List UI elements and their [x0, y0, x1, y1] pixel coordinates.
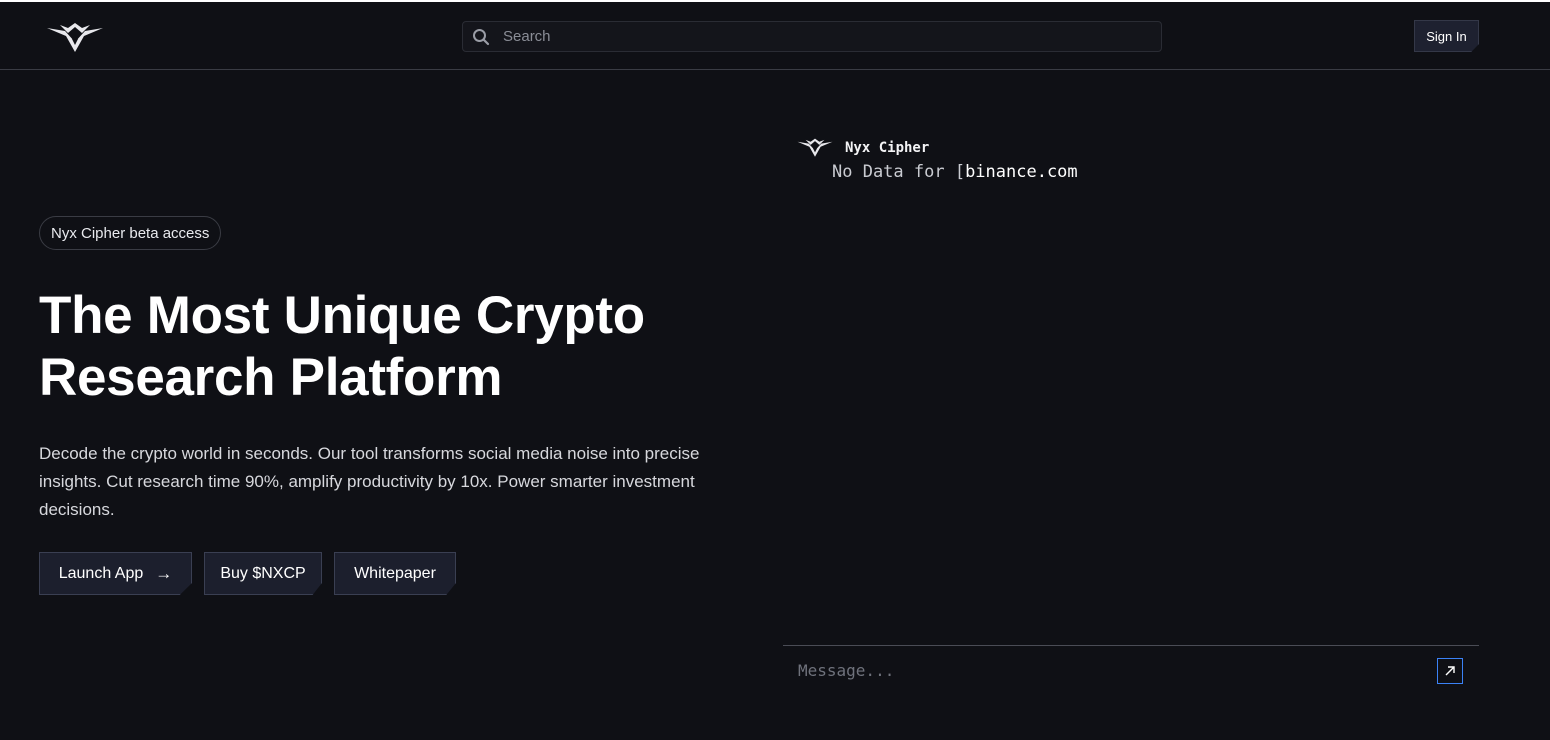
message-composer [783, 645, 1479, 695]
hero-description: Decode the crypto world in seconds. Our … [39, 444, 700, 519]
chat-bot-name: Nyx Cipher [845, 140, 930, 156]
nyx-cipher-logo[interactable] [46, 22, 104, 54]
hero-title-line-1: The Most Unique Crypto [39, 286, 645, 345]
search-input[interactable] [503, 22, 1143, 51]
nyx-cipher-avatar-icon [797, 138, 833, 157]
search-bar[interactable] [462, 21, 1162, 52]
beta-access-badge[interactable]: Nyx Cipher beta access [39, 216, 222, 250]
chat-bot-message: No Data for [binance.com [832, 162, 1078, 182]
sign-in-button[interactable]: Sign In [1414, 20, 1479, 52]
send-button[interactable] [1437, 658, 1463, 684]
arrow-right-icon: → [155, 563, 173, 583]
message-input[interactable] [798, 656, 1418, 684]
launch-app-button[interactable]: Launch App → [39, 552, 192, 595]
top-navbar: Sign In [0, 2, 1550, 70]
buy-nxcp-button[interactable]: Buy $NXCP [204, 552, 322, 595]
chat-message-domain: binance.com [965, 162, 1078, 182]
hero-title: The Most Unique Crypto Research Platform [39, 285, 739, 409]
launch-app-label: Launch App [58, 564, 144, 582]
whitepaper-button[interactable]: Whitepaper [334, 552, 456, 595]
arrow-up-right-icon [1445, 666, 1455, 676]
chat-message-prefix: No Data for [ [832, 162, 966, 182]
hero-title-line-2: Research Platform [39, 348, 503, 407]
search-icon [473, 29, 490, 46]
